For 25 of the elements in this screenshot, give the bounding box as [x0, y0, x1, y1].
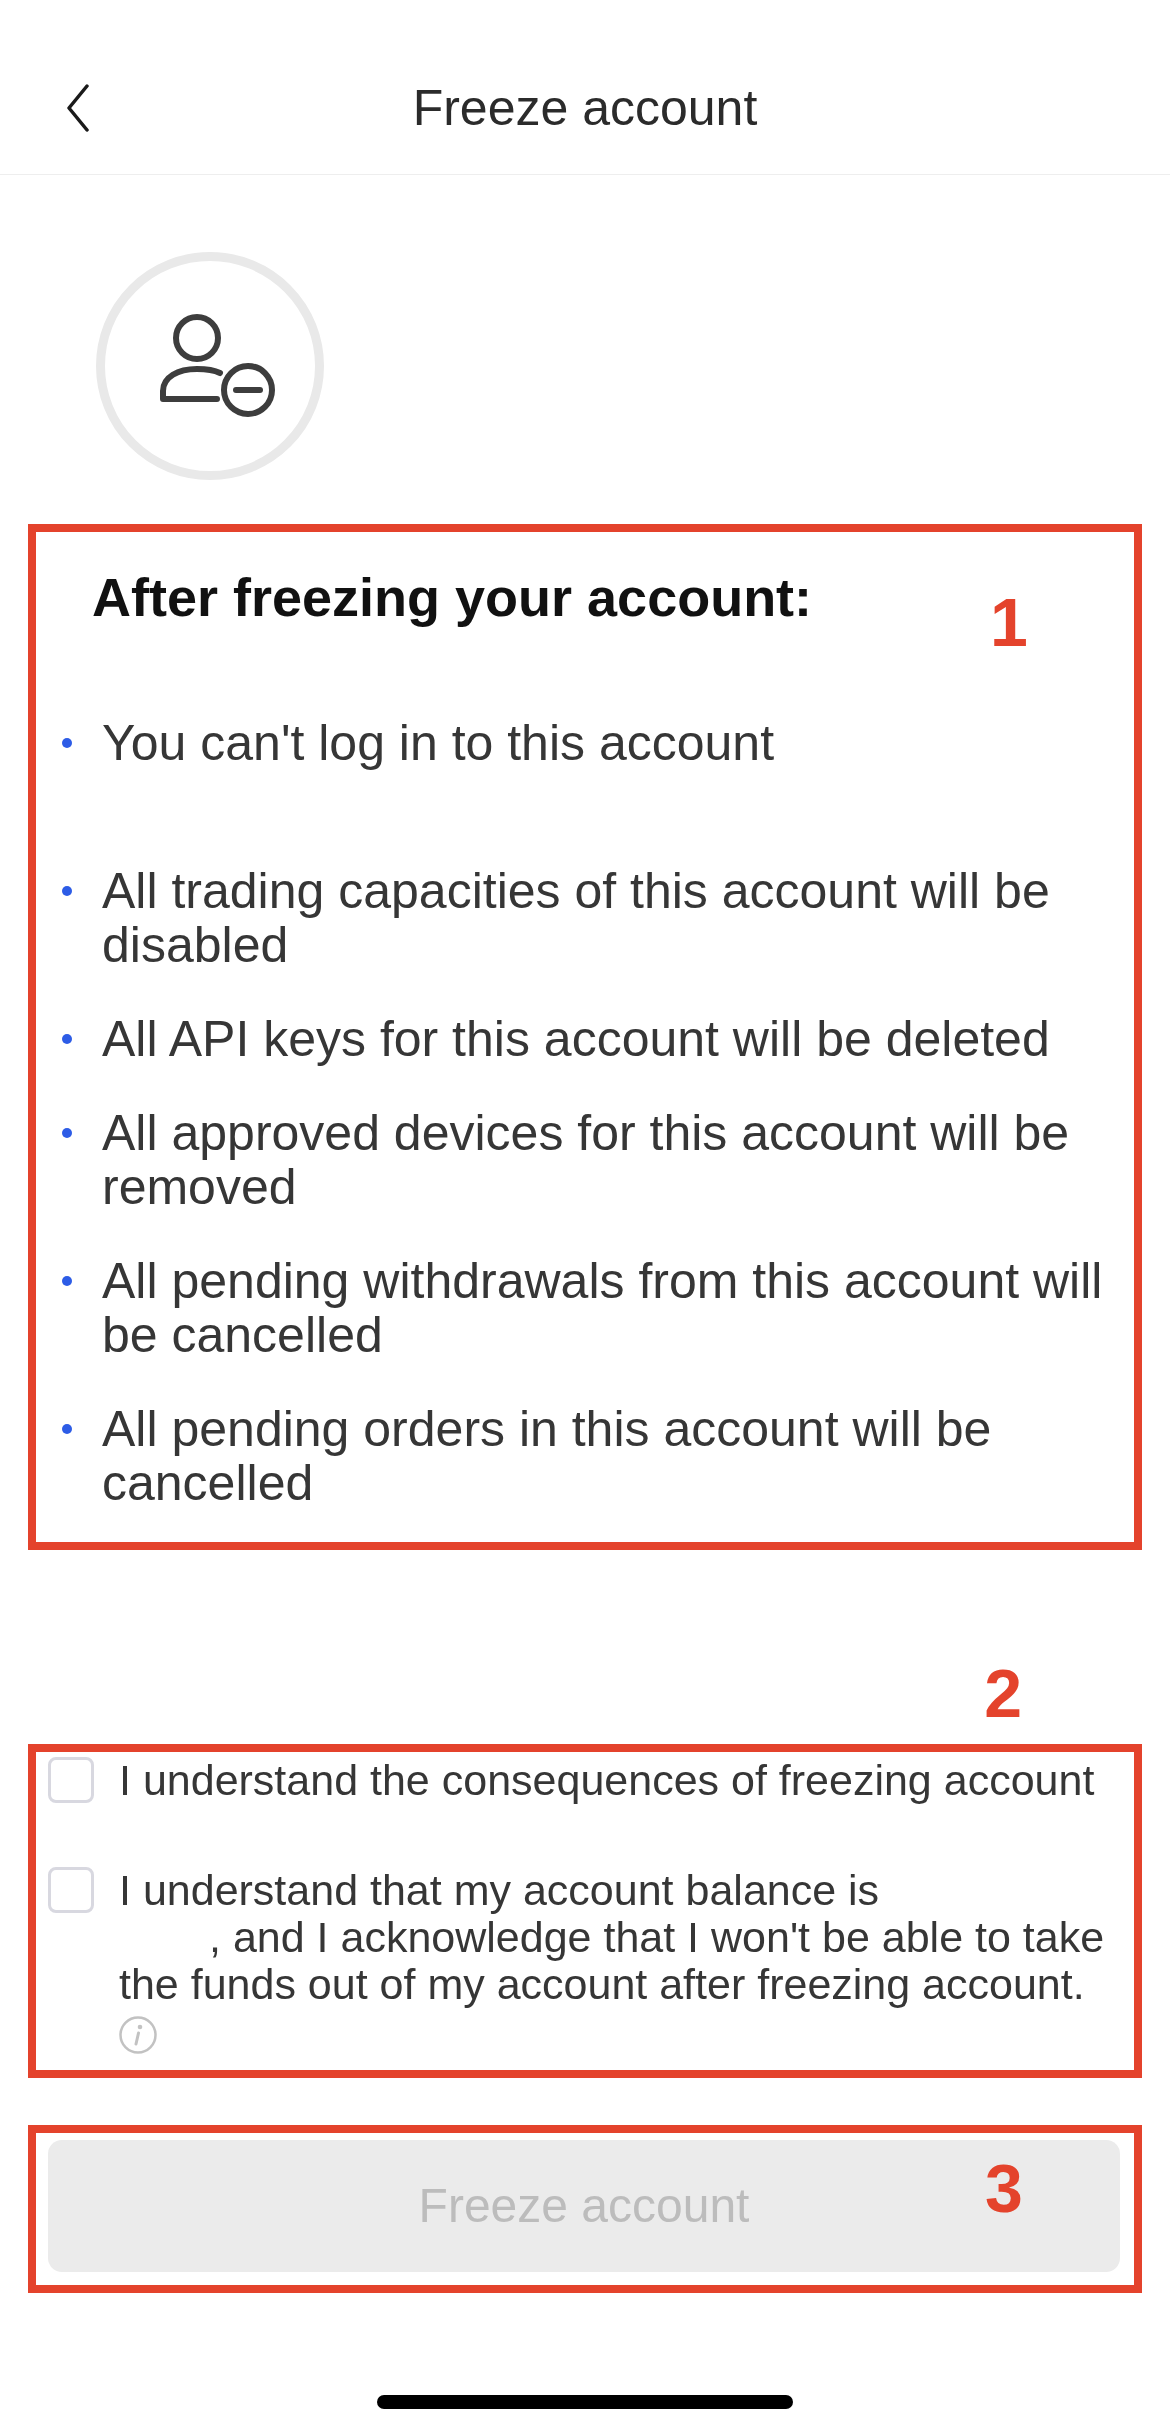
notice-item-text: You can't log in to this account [102, 716, 776, 770]
back-icon[interactable] [66, 84, 90, 132]
notice-item-text: All trading capacities of this account will be disabled [102, 864, 1051, 972]
bullet-icon [62, 1128, 72, 1138]
checkbox[interactable] [48, 1757, 94, 1803]
notice-item-text: All pending withdrawals from this account will be cancelled [102, 1254, 1104, 1362]
bullet-icon [62, 1424, 72, 1434]
notice-item-text: All API keys for this account will be deleted [102, 1012, 1051, 1066]
bullet-icon [62, 1034, 72, 1044]
consent-text: I understand that my account balance is [119, 1867, 880, 1914]
notice-item-text: All approved devices for this account will be removed [102, 1106, 1071, 1214]
annotation-number: 2 [984, 1659, 1022, 1727]
bullet-icon [62, 738, 72, 748]
annotation-number: 1 [990, 588, 1028, 656]
user-minus-icon [96, 252, 324, 480]
notice-item-text: All pending orders in this account will be cancelled [102, 1402, 993, 1510]
bullet-icon [62, 886, 72, 896]
annotation-number: 3 [985, 2154, 1023, 2222]
checkbox[interactable] [48, 1867, 94, 1913]
notice-heading: After freezing your account: [92, 567, 813, 627]
consent-text: , and I acknowledge that I won't be able to take the funds out of my account after freezing account. [119, 1914, 1106, 2008]
info-icon[interactable] [119, 2016, 157, 2054]
page-title: Freeze account [412, 79, 758, 138]
bullet-icon [62, 1276, 72, 1286]
consent-text: I understand the consequences of freezing account [119, 1757, 1095, 1804]
